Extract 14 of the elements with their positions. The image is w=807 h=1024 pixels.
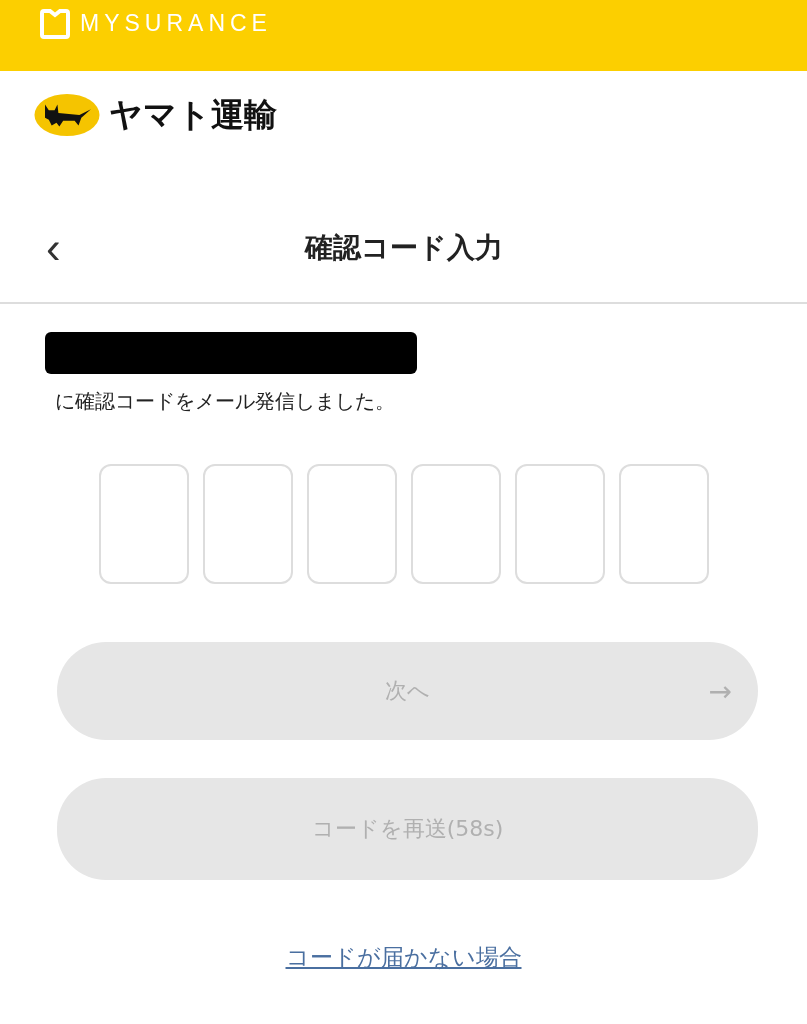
brand-name: MYSURANCE bbox=[80, 10, 272, 37]
code-digit-field[interactable] bbox=[514, 464, 605, 584]
code-digit-field[interactable] bbox=[410, 464, 501, 584]
sent-message: に確認コードをメール発信しました。 bbox=[55, 388, 396, 415]
code-digit-field[interactable] bbox=[618, 464, 709, 584]
help-link[interactable]: コードが届かない場合 bbox=[285, 942, 522, 973]
code-digit-field[interactable] bbox=[98, 464, 189, 584]
back-button[interactable]: ‹ bbox=[40, 226, 67, 270]
brand-logo-icon bbox=[40, 8, 70, 39]
code-digit-field[interactable] bbox=[202, 464, 293, 584]
cat-logo-icon bbox=[33, 93, 101, 137]
page-title: 確認コード入力 bbox=[304, 230, 503, 266]
partner-name: ヤマト運輸 bbox=[109, 93, 277, 136]
code-digit-field[interactable] bbox=[306, 464, 397, 584]
